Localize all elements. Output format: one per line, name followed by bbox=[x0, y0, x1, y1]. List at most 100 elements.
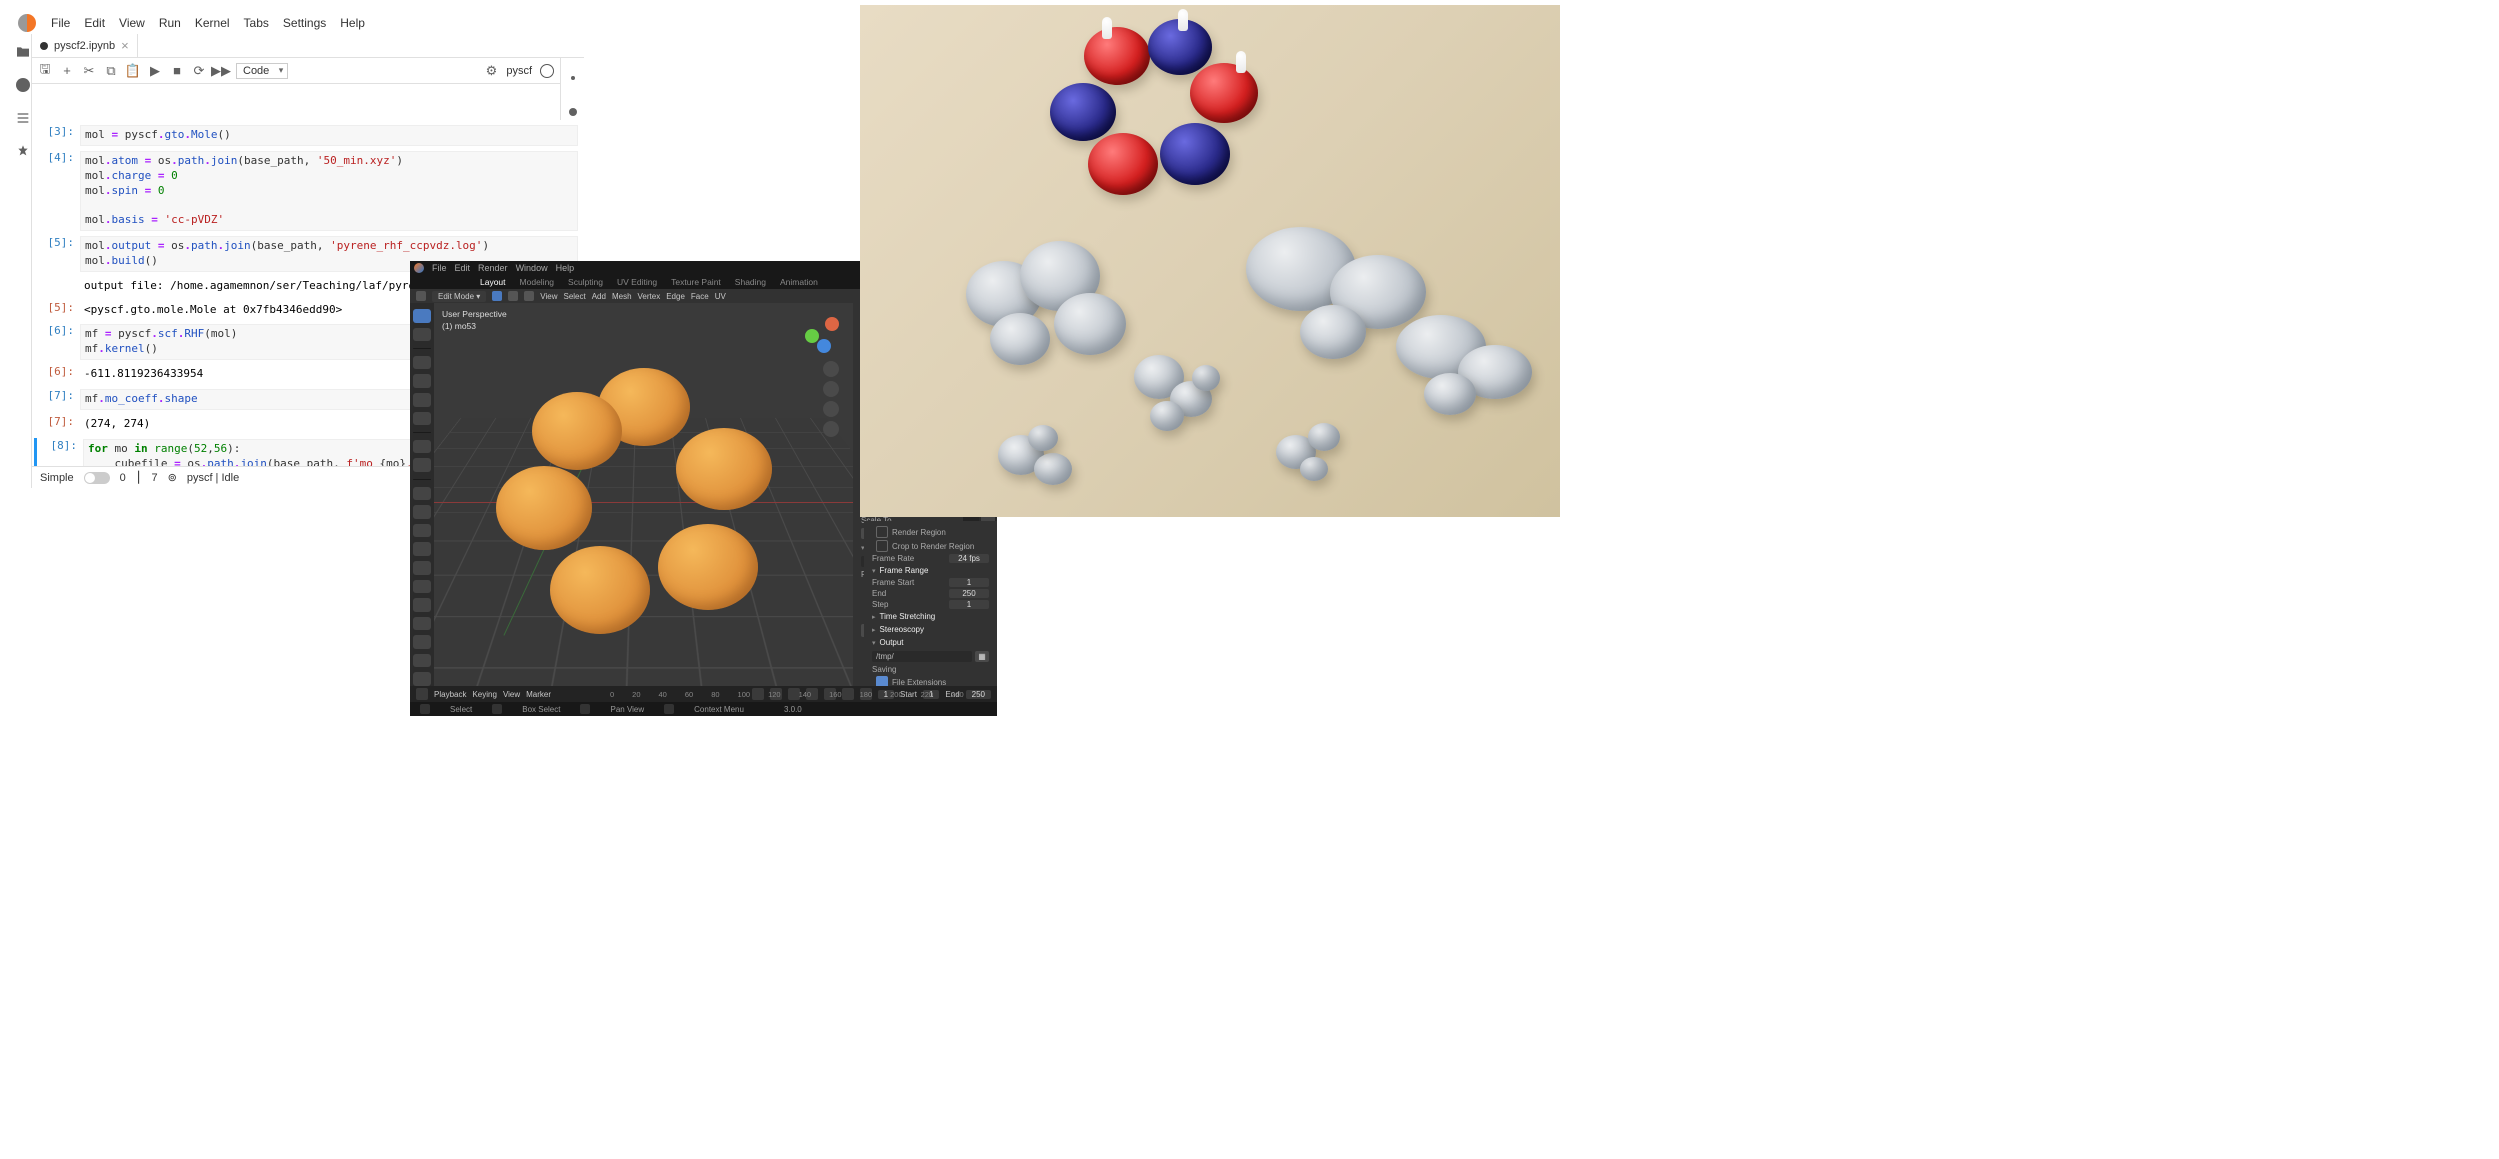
tool-extrude[interactable] bbox=[413, 487, 431, 501]
code-cell[interactable]: [4]:mol.atom = os.path.join(base_path, '… bbox=[34, 150, 578, 232]
tool-spin[interactable] bbox=[413, 598, 431, 612]
tab-sculpting[interactable]: Sculpting bbox=[568, 277, 603, 287]
persp-icon[interactable] bbox=[823, 421, 839, 437]
hmenu-add[interactable]: Add bbox=[592, 292, 606, 301]
run-all-icon[interactable]: ▶▶ bbox=[214, 64, 228, 78]
tool-rotate[interactable] bbox=[413, 374, 431, 388]
menu-view[interactable]: View bbox=[112, 14, 152, 32]
tl-marker[interactable]: Marker bbox=[526, 690, 551, 699]
close-icon[interactable]: × bbox=[121, 38, 129, 53]
section-frame-range[interactable]: Frame Range bbox=[868, 564, 993, 577]
hmenu-select[interactable]: Select bbox=[563, 292, 585, 301]
cell-type-select[interactable]: Code bbox=[236, 63, 288, 79]
tool-loopcut[interactable] bbox=[413, 542, 431, 556]
folder-icon[interactable]: ▦ bbox=[975, 651, 989, 662]
hmenu-vertex[interactable]: Vertex bbox=[638, 292, 661, 301]
restart-icon[interactable]: ⟳ bbox=[192, 64, 206, 78]
select-vert-icon[interactable] bbox=[492, 291, 502, 301]
tool-move[interactable] bbox=[413, 356, 431, 370]
tl-view[interactable]: View bbox=[503, 690, 520, 699]
folder-icon[interactable] bbox=[15, 44, 31, 60]
menu-help[interactable]: Help bbox=[556, 263, 575, 273]
menu-edit[interactable]: Edit bbox=[77, 14, 112, 32]
menu-run[interactable]: Run bbox=[152, 14, 188, 32]
paste-icon[interactable]: 📋 bbox=[126, 64, 140, 78]
tool-scale[interactable] bbox=[413, 393, 431, 407]
menu-file[interactable]: File bbox=[44, 14, 77, 32]
git-icon[interactable]: ⊚ bbox=[168, 471, 177, 484]
editor-type-icon[interactable] bbox=[416, 291, 426, 301]
cut-icon[interactable]: ✂ bbox=[82, 64, 96, 78]
tl-playback[interactable]: Playback bbox=[434, 690, 466, 699]
tool-select[interactable] bbox=[413, 309, 431, 323]
timeline-editor-icon[interactable] bbox=[416, 688, 428, 700]
save-icon[interactable]: 🖫 bbox=[38, 64, 52, 78]
run-icon[interactable]: ▶ bbox=[148, 64, 162, 78]
row-frame-rate[interactable]: Frame Rate 24 fps bbox=[868, 553, 993, 564]
row-frame-step[interactable]: Step1 bbox=[868, 599, 993, 610]
tab-animation[interactable]: Animation bbox=[780, 277, 818, 287]
tool-slide[interactable] bbox=[413, 635, 431, 649]
hmenu-face[interactable]: Face bbox=[691, 292, 709, 301]
gear-icon[interactable]: ⚙ bbox=[484, 64, 498, 78]
tab-uv[interactable]: UV Editing bbox=[617, 277, 657, 287]
hmenu-uv[interactable]: UV bbox=[715, 292, 726, 301]
tool-inset[interactable] bbox=[413, 505, 431, 519]
camera-icon[interactable] bbox=[823, 401, 839, 417]
toc-icon[interactable] bbox=[15, 110, 31, 126]
section-stereoscopy[interactable]: Stereoscopy bbox=[868, 623, 993, 636]
kernel-status-icon[interactable] bbox=[540, 64, 554, 78]
status-kernel[interactable]: pyscf | Idle bbox=[187, 472, 239, 484]
menu-window[interactable]: Window bbox=[516, 263, 548, 273]
row-frame-start[interactable]: Frame Start1 bbox=[868, 577, 993, 588]
tool-measure[interactable] bbox=[413, 458, 431, 472]
section-time-stretch[interactable]: Time Stretching bbox=[868, 610, 993, 623]
copy-icon[interactable]: ⧉ bbox=[104, 64, 118, 78]
select-face-icon[interactable] bbox=[524, 291, 534, 301]
cell-source[interactable]: mol.atom = os.path.join(base_path, '50_m… bbox=[80, 151, 578, 231]
tool-transform[interactable] bbox=[413, 412, 431, 426]
chk-render-region[interactable]: Render Region bbox=[868, 525, 993, 539]
add-cell-icon[interactable]: + bbox=[60, 64, 74, 78]
tool-cursor[interactable] bbox=[413, 328, 431, 342]
notebook-tab[interactable]: pyscf2.ipynb × bbox=[32, 34, 138, 57]
tool-rip[interactable] bbox=[413, 672, 431, 686]
tab-texture[interactable]: Texture Paint bbox=[671, 277, 721, 287]
section-output[interactable]: Output bbox=[868, 636, 993, 649]
menu-kernel[interactable]: Kernel bbox=[188, 14, 237, 32]
menu-render[interactable]: Render bbox=[478, 263, 508, 273]
menu-help[interactable]: Help bbox=[333, 14, 372, 32]
kernel-name[interactable]: pyscf bbox=[506, 65, 532, 77]
hmenu-mesh[interactable]: Mesh bbox=[612, 292, 632, 301]
tool-bevel[interactable] bbox=[413, 524, 431, 538]
tool-shrink[interactable] bbox=[413, 654, 431, 668]
end-frame[interactable]: 250 bbox=[966, 690, 991, 699]
stop-icon[interactable]: ■ bbox=[170, 64, 184, 78]
zoom-icon[interactable] bbox=[823, 361, 839, 377]
running-icon[interactable] bbox=[16, 78, 30, 92]
tool-knife[interactable] bbox=[413, 561, 431, 575]
tab-shading[interactable]: Shading bbox=[735, 277, 766, 287]
timeline-ruler[interactable]: 020406080100120140160180200220240 bbox=[580, 686, 857, 702]
tl-keying[interactable]: Keying bbox=[472, 690, 496, 699]
inspector-gear-icon[interactable] bbox=[565, 70, 581, 86]
select-edge-icon[interactable] bbox=[508, 291, 518, 301]
tool-annotate[interactable] bbox=[413, 440, 431, 454]
orbital-mesh[interactable] bbox=[504, 374, 784, 654]
menu-settings[interactable]: Settings bbox=[276, 14, 333, 32]
menu-tabs[interactable]: Tabs bbox=[237, 14, 276, 32]
3d-viewport[interactable]: User Perspective (1) mo53 bbox=[434, 303, 853, 686]
debugger-icon[interactable] bbox=[565, 104, 581, 120]
tool-poly[interactable] bbox=[413, 580, 431, 594]
tab-layout[interactable]: Layout bbox=[480, 277, 506, 287]
hmenu-view[interactable]: View bbox=[540, 292, 557, 301]
menu-edit[interactable]: Edit bbox=[455, 263, 471, 273]
cell-source[interactable]: mol = pyscf.gto.Mole() bbox=[80, 125, 578, 146]
nav-gizmo[interactable] bbox=[803, 313, 843, 353]
tab-modeling[interactable]: Modeling bbox=[520, 277, 555, 287]
tool-smooth[interactable] bbox=[413, 617, 431, 631]
hmenu-edge[interactable]: Edge bbox=[666, 292, 685, 301]
mode-select[interactable]: Edit Mode ▾ bbox=[432, 291, 486, 302]
simple-toggle[interactable] bbox=[84, 472, 110, 484]
code-cell[interactable]: [3]:mol = pyscf.gto.Mole() bbox=[34, 124, 578, 147]
